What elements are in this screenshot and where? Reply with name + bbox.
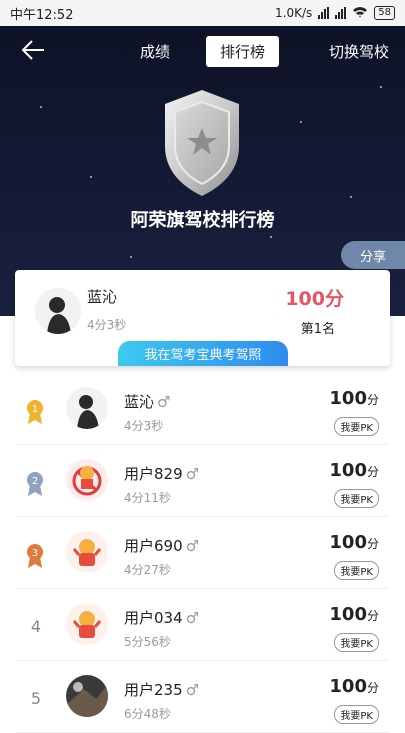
avatar [66,675,108,717]
wifi-icon [352,6,368,21]
silver-medal-icon: 2 [26,471,44,497]
tab-score[interactable]: 成绩 [126,36,184,67]
ranking-list: 1 蓝沁 ♂ 4分3秒 100分 我要PK 2 用户829 ♂ 4分11秒 100分… [0,373,405,733]
user-name: 蓝沁 ♂ [124,393,171,411]
list-item[interactable]: 5 用户235 ♂ 6分48秒 100分 我要PK [16,661,389,733]
rank-number: 4 [30,617,42,636]
rank-number: 5 [30,689,42,708]
svg-text:1: 1 [32,404,38,415]
user-score: 100分 [329,532,379,553]
male-icon: ♂ [157,393,171,411]
user-score: 100分 [329,604,379,625]
signal-icon [318,7,330,19]
avatar [66,387,108,429]
user-score: 100分 [329,388,379,409]
user-time: 4分3秒 [124,419,164,433]
my-time: 4分3秒 [87,318,127,332]
user-score: 100分 [329,460,379,481]
user-time: 4分27秒 [124,563,171,577]
svg-text:3: 3 [32,548,38,559]
avatar [35,288,81,334]
signal-icon-2 [335,7,347,19]
my-name: 蓝沁 [87,288,118,306]
user-time: 6分48秒 [124,707,171,721]
male-icon: ♂ [185,465,200,483]
user-time: 5分56秒 [124,635,171,649]
list-item[interactable]: 3 用户690 ♂ 4分27秒 100分 我要PK [16,517,389,589]
bronze-medal-icon: 3 [26,543,44,569]
status-time: 中午12:52 [10,7,74,23]
list-item[interactable]: 1 蓝沁 ♂ 4分3秒 100分 我要PK [16,373,389,445]
male-icon: ♂ [185,609,200,627]
network-speed: 1.0K/s [275,6,313,20]
shield-badge-icon [161,88,243,198]
pk-button[interactable]: 我要PK [334,417,379,436]
status-bar: 中午12:52 1.0K/s 58 [0,0,405,26]
page-title: 阿荣旗驾校排行榜 [130,210,275,231]
switch-school-button[interactable]: 切换驾校 [329,41,389,62]
gold-medal-icon: 1 [26,399,44,425]
pk-button[interactable]: 我要PK [334,705,379,724]
tab-ranking[interactable]: 排行榜 [206,36,280,67]
my-score: 100分 [285,288,344,310]
avatar [66,459,108,501]
list-item[interactable]: 2 用户829 ♂ 4分11秒 100分 我要PK [16,445,389,517]
list-item[interactable]: 4 用户034 ♂ 5分56秒 100分 我要PK [16,589,389,661]
user-time: 4分11秒 [124,491,171,505]
promo-banner[interactable]: 我在驾考宝典考驾照 [118,341,288,366]
pk-button[interactable]: 我要PK [334,489,379,508]
my-rank: 第1名 [300,322,335,337]
user-name: 用户034 ♂ [124,609,200,627]
pk-button[interactable]: 我要PK [334,633,379,652]
user-name: 用户829 ♂ [124,465,200,483]
user-name: 用户690 ♂ [124,537,200,555]
male-icon: ♂ [185,537,200,555]
user-name: 用户235 ♂ [124,681,200,699]
pk-button[interactable]: 我要PK [334,561,379,580]
avatar [66,531,108,573]
battery-icon: 58 [374,6,395,20]
svg-text:2: 2 [32,476,38,487]
user-score: 100分 [329,676,379,697]
avatar [66,603,108,645]
male-icon: ♂ [185,681,200,699]
share-button[interactable]: 分享 [341,241,405,269]
